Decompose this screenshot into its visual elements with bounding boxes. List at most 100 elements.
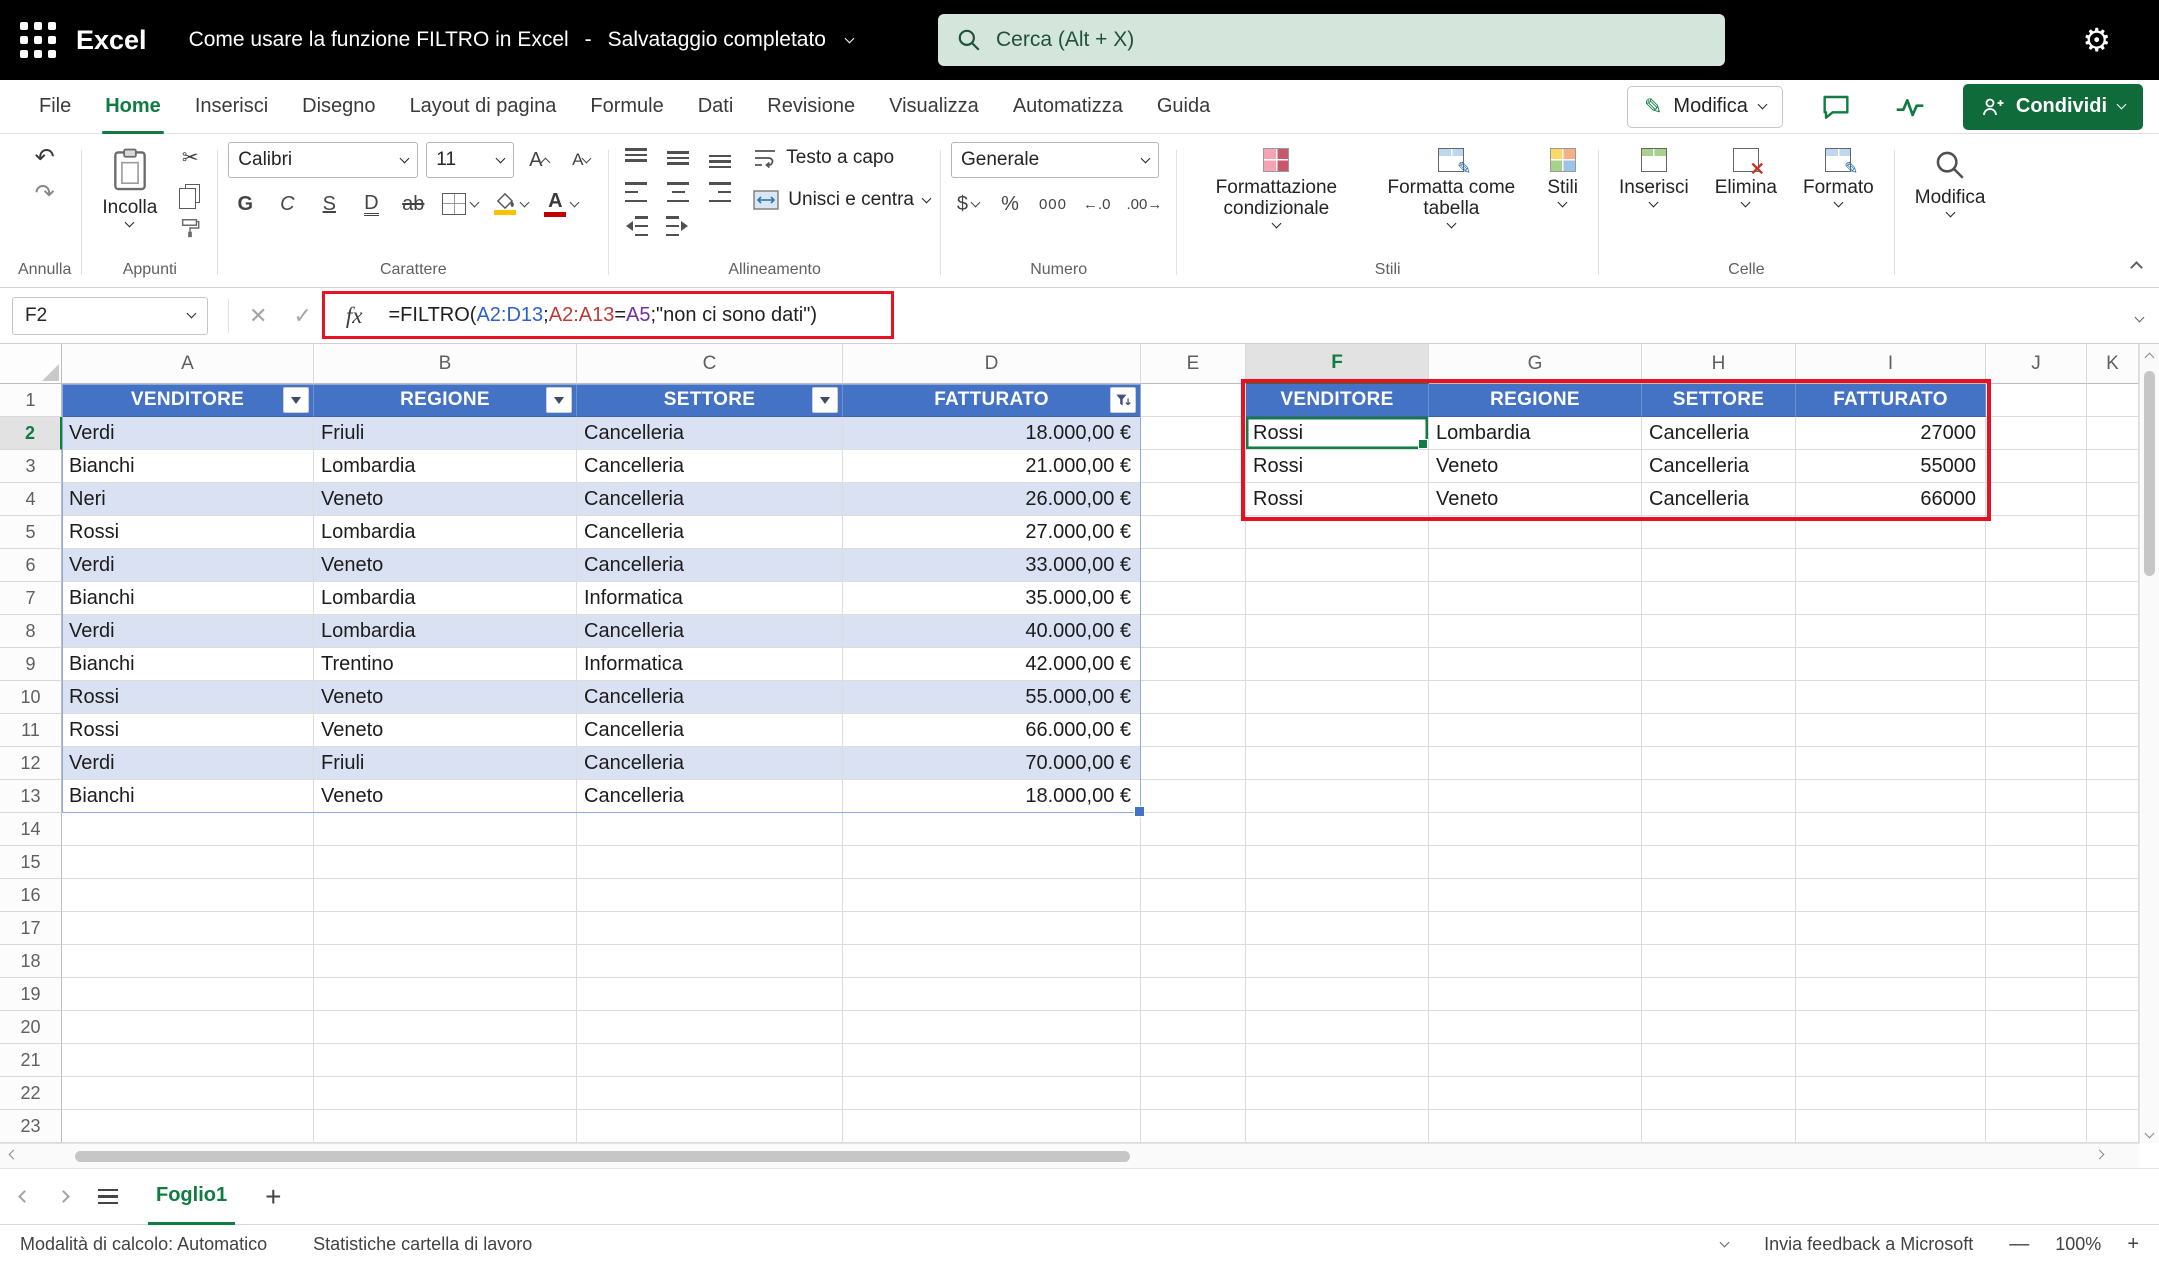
cell-A8[interactable]: Verdi xyxy=(62,615,314,648)
cell-I15[interactable] xyxy=(1796,846,1986,879)
cell-H11[interactable] xyxy=(1642,714,1796,747)
cell-K1[interactable] xyxy=(2087,384,2139,417)
cell-I17[interactable] xyxy=(1796,912,1986,945)
cell-H8[interactable] xyxy=(1642,615,1796,648)
cell-D3[interactable]: 21.000,00 € xyxy=(843,450,1141,483)
cell-F18[interactable] xyxy=(1246,945,1429,978)
cell-J13[interactable] xyxy=(1986,780,2087,813)
cell-I13[interactable] xyxy=(1796,780,1986,813)
cell-D17[interactable] xyxy=(843,912,1141,945)
cell-I20[interactable] xyxy=(1796,1011,1986,1044)
align-top-icon[interactable] xyxy=(619,142,653,174)
cell-B19[interactable] xyxy=(314,978,577,1011)
cell-A15[interactable] xyxy=(62,846,314,879)
cell-J9[interactable] xyxy=(1986,648,2087,681)
cell-K17[interactable] xyxy=(2087,912,2139,945)
tab-file[interactable]: File xyxy=(22,80,88,134)
column-header-C[interactable]: C xyxy=(577,344,843,384)
cell-I19[interactable] xyxy=(1796,978,1986,1011)
editing-button[interactable]: Modifica xyxy=(1905,142,1996,218)
cell-A2[interactable]: Verdi xyxy=(62,417,314,450)
align-bottom-icon[interactable] xyxy=(703,142,737,174)
conditional-formatting-button[interactable]: Formattazione condizionale xyxy=(1187,142,1365,229)
cell-J23[interactable] xyxy=(1986,1110,2087,1143)
cell-E4[interactable] xyxy=(1141,483,1246,516)
cell-J10[interactable] xyxy=(1986,681,2087,714)
cell-E16[interactable] xyxy=(1141,879,1246,912)
cell-C13[interactable]: Cancelleria xyxy=(577,780,843,813)
cell-H1[interactable]: SETTORE xyxy=(1642,384,1796,417)
cell-A5[interactable]: Rossi xyxy=(62,516,314,549)
cell-I23[interactable] xyxy=(1796,1110,1986,1143)
row-header-16[interactable]: 16 xyxy=(0,879,62,912)
cell-F15[interactable] xyxy=(1246,846,1429,879)
cell-E20[interactable] xyxy=(1141,1011,1246,1044)
percent-button[interactable]: % xyxy=(993,188,1027,220)
cell-D14[interactable] xyxy=(843,813,1141,846)
formula-input[interactable]: =FILTRO(A2:D13;A2:A13=A5;"non ci sono da… xyxy=(388,304,817,327)
cell-K16[interactable] xyxy=(2087,879,2139,912)
vertical-scrollbar[interactable] xyxy=(2139,344,2159,1143)
cell-I10[interactable] xyxy=(1796,681,1986,714)
cell-B9[interactable]: Trentino xyxy=(314,648,577,681)
cell-F16[interactable] xyxy=(1246,879,1429,912)
cell-E18[interactable] xyxy=(1141,945,1246,978)
cell-A19[interactable] xyxy=(62,978,314,1011)
cell-C20[interactable] xyxy=(577,1011,843,1044)
row-header-17[interactable]: 17 xyxy=(0,912,62,945)
cell-A23[interactable] xyxy=(62,1110,314,1143)
cell-C21[interactable] xyxy=(577,1044,843,1077)
activity-button[interactable] xyxy=(1889,86,1931,128)
cell-G21[interactable] xyxy=(1429,1044,1642,1077)
cell-G23[interactable] xyxy=(1429,1110,1642,1143)
row-header-6[interactable]: 6 xyxy=(0,549,62,582)
cell-E17[interactable] xyxy=(1141,912,1246,945)
zoom-in-button[interactable]: + xyxy=(2127,1233,2139,1256)
cell-J3[interactable] xyxy=(1986,450,2087,483)
insert-cells-button[interactable]: Inserisci xyxy=(1609,142,1699,208)
vertical-scroll-thumb[interactable] xyxy=(2144,371,2155,576)
cell-B7[interactable]: Lombardia xyxy=(314,582,577,615)
collapse-ribbon-button[interactable] xyxy=(2132,259,2141,277)
cell-K21[interactable] xyxy=(2087,1044,2139,1077)
next-sheet-button[interactable] xyxy=(59,1188,68,1206)
row-header-21[interactable]: 21 xyxy=(0,1044,62,1077)
row-header-23[interactable]: 23 xyxy=(0,1110,62,1143)
cell-B13[interactable]: Veneto xyxy=(314,780,577,813)
cell-D20[interactable] xyxy=(843,1011,1141,1044)
cell-G2[interactable]: Lombardia xyxy=(1429,417,1642,450)
cell-G4[interactable]: Veneto xyxy=(1429,483,1642,516)
expand-formula-bar-button[interactable] xyxy=(2136,308,2143,326)
cell-A14[interactable] xyxy=(62,813,314,846)
cell-F8[interactable] xyxy=(1246,615,1429,648)
increase-font-button[interactable]: A xyxy=(522,144,556,176)
cell-G19[interactable] xyxy=(1429,978,1642,1011)
tab-guida[interactable]: Guida xyxy=(1140,80,1227,134)
cell-C11[interactable]: Cancelleria xyxy=(577,714,843,747)
cell-D23[interactable] xyxy=(843,1110,1141,1143)
cell-J7[interactable] xyxy=(1986,582,2087,615)
cell-E22[interactable] xyxy=(1141,1077,1246,1110)
cell-A22[interactable] xyxy=(62,1077,314,1110)
column-header-B[interactable]: B xyxy=(314,344,577,384)
select-all-corner[interactable] xyxy=(0,344,62,384)
title-chevron-icon[interactable] xyxy=(845,33,855,43)
font-color-button[interactable]: A xyxy=(540,188,582,220)
cell-B11[interactable]: Veneto xyxy=(314,714,577,747)
cell-H10[interactable] xyxy=(1642,681,1796,714)
font-size-select[interactable]: 11 xyxy=(426,142,514,178)
row-header-15[interactable]: 15 xyxy=(0,846,62,879)
cell-E19[interactable] xyxy=(1141,978,1246,1011)
cell-F13[interactable] xyxy=(1246,780,1429,813)
cell-G10[interactable] xyxy=(1429,681,1642,714)
row-header-2[interactable]: 2 xyxy=(0,417,62,450)
cell-H5[interactable] xyxy=(1642,516,1796,549)
cell-K18[interactable] xyxy=(2087,945,2139,978)
cell-G7[interactable] xyxy=(1429,582,1642,615)
zoom-out-button[interactable]: — xyxy=(2009,1233,2029,1256)
cell-B17[interactable] xyxy=(314,912,577,945)
indent-increase-icon[interactable] xyxy=(661,210,695,242)
cell-A13[interactable]: Bianchi xyxy=(62,780,314,813)
cell-K11[interactable] xyxy=(2087,714,2139,747)
cell-H12[interactable] xyxy=(1642,747,1796,780)
